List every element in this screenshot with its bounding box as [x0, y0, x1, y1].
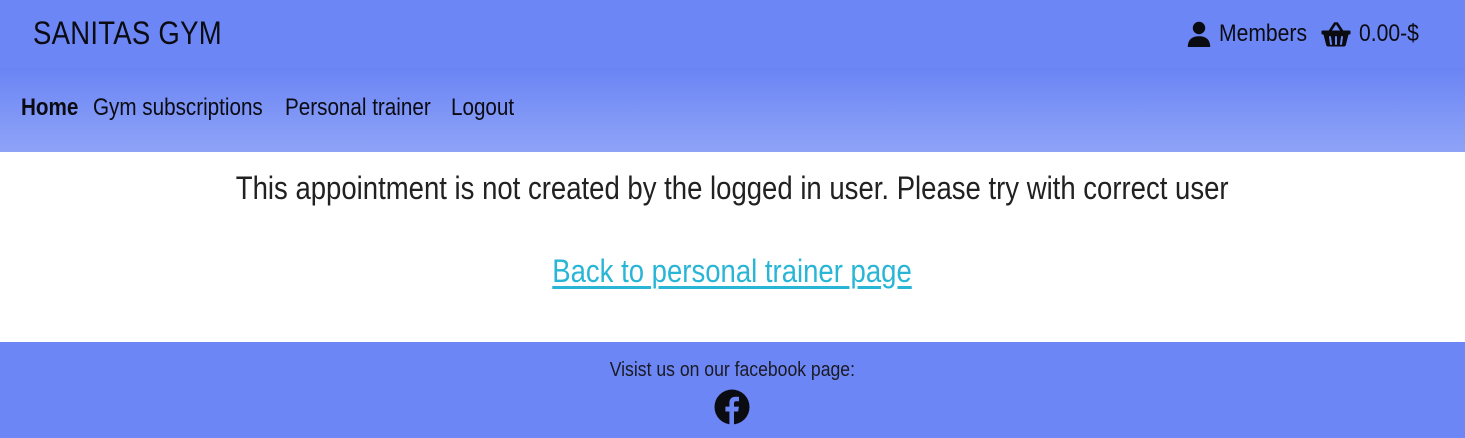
nav-item-gym-subscriptions[interactable]: Gym subscriptions: [93, 94, 285, 122]
header-account-area: Members 0.00-$: [1187, 17, 1421, 51]
nav-item-logout[interactable]: Logout: [451, 94, 531, 122]
nav-list: Home Gym subscriptions Personal trainer …: [21, 94, 531, 122]
members-link[interactable]: Members: [1187, 20, 1319, 48]
basket-link[interactable]: 0.00-$: [1321, 20, 1421, 48]
members-label: Members: [1219, 20, 1308, 47]
brand-logo-link[interactable]: SANITAS GYM: [33, 13, 222, 53]
nav-item-home[interactable]: Home: [21, 94, 93, 122]
user-icon: [1187, 21, 1211, 47]
nav-item-personal-trainer[interactable]: Personal trainer: [285, 94, 451, 122]
basket-icon: [1321, 22, 1351, 47]
facebook-icon: [714, 389, 750, 425]
back-to-personal-trainer-link[interactable]: Back to personal trainer page: [553, 251, 913, 291]
footer: Visist us on our facebook page:: [0, 342, 1465, 438]
basket-total: 0.00-$: [1359, 20, 1419, 47]
footer-text: Visist us on our facebook page:: [609, 359, 856, 381]
main-nav: Home Gym subscriptions Personal trainer …: [0, 68, 1465, 152]
facebook-link[interactable]: [714, 389, 750, 425]
top-header: SANITAS GYM Members 0.00-$: [0, 0, 1465, 68]
error-message: This appointment is not created by the l…: [236, 170, 1229, 206]
back-link-container: Back to personal trainer page: [0, 251, 1465, 291]
main-content: This appointment is not created by the l…: [0, 152, 1465, 342]
